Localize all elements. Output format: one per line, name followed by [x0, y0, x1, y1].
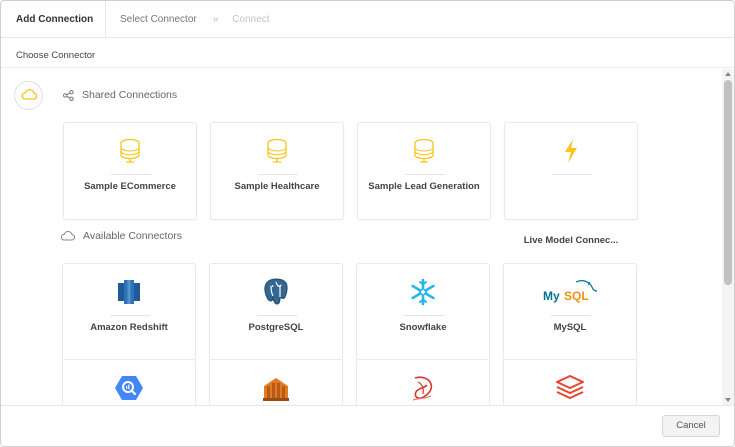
shared-connections-heading: Shared Connections: [63, 89, 177, 101]
connector-card-databricks[interactable]: [503, 359, 637, 405]
cloud-icon: [21, 87, 37, 105]
svg-text:SQL: SQL: [564, 289, 589, 303]
card-divider: [552, 174, 592, 175]
cancel-button[interactable]: Cancel: [662, 415, 720, 437]
shared-card-sample-ecommerce[interactable]: Sample ECommerce: [63, 122, 197, 220]
shared-connections-title: Shared Connections: [82, 89, 178, 101]
scrollbar-thumb[interactable]: [724, 80, 732, 285]
card-label: Amazon Redshift: [90, 322, 168, 333]
connector-card-sql-server[interactable]: [356, 359, 490, 405]
dialog-title: Add Connection: [1, 1, 106, 38]
connector-card-postgresql[interactable]: PostgreSQL: [209, 263, 343, 361]
card-label: Sample Lead Generation: [368, 181, 480, 192]
database-icon: [211, 135, 343, 167]
card-divider: [111, 174, 151, 175]
cloud-outline-icon: [60, 231, 75, 241]
card-divider: [551, 315, 591, 316]
connector-card-bigquery[interactable]: [62, 359, 196, 405]
card-divider: [258, 174, 298, 175]
databricks-icon: [504, 372, 636, 404]
card-label: Snowflake: [399, 322, 447, 333]
shared-card-sample-healthcare[interactable]: Sample Healthcare: [210, 122, 344, 220]
dialog-header: Add Connection Select Connector » Connec…: [1, 1, 734, 38]
connector-list[interactable]: Shared Connections Sample ECommerce Samp…: [1, 69, 734, 405]
scroll-down-arrow-icon[interactable]: [725, 398, 731, 402]
available-connectors-heading: Available Connectors: [60, 230, 182, 242]
breadcrumb-separator: »: [212, 13, 219, 25]
step-select-connector[interactable]: Select Connector: [120, 14, 197, 25]
card-divider: [405, 174, 445, 175]
card-label: PostgreSQL: [248, 322, 304, 333]
amazon-redshift-icon: [63, 276, 195, 308]
connector-card-mysql[interactable]: My SQL MySQL: [503, 263, 637, 361]
shared-card-live-model-connection[interactable]: Live Model Connec...: [504, 122, 638, 246]
connector-card-aws-athena[interactable]: [209, 359, 343, 405]
card-label: Sample ECommerce: [84, 181, 176, 192]
share-icon: [63, 89, 74, 101]
choose-connector-bar: Choose Connector: [1, 38, 734, 68]
card-divider: [404, 315, 444, 316]
aws-athena-icon: [210, 372, 342, 404]
card-divider: [110, 315, 150, 316]
card-label: Live Model Connec...: [523, 235, 619, 246]
add-connection-dialog: Add Connection Select Connector » Connec…: [0, 0, 735, 447]
database-icon: [358, 135, 490, 167]
connector-card-amazon-redshift[interactable]: Amazon Redshift: [62, 263, 196, 361]
bigquery-icon: [63, 372, 195, 404]
postgresql-icon: [210, 276, 342, 308]
svg-text:My: My: [543, 289, 560, 303]
snowflake-icon: [357, 276, 489, 308]
sql-server-icon: [357, 372, 489, 404]
card-label: MySQL: [553, 322, 587, 333]
shared-card-sample-lead-generation[interactable]: Sample Lead Generation: [357, 122, 491, 220]
card-divider: [257, 315, 297, 316]
cloud-badge: [14, 81, 43, 110]
card-label: Sample Healthcare: [234, 181, 320, 192]
choose-connector-label: Choose Connector: [16, 50, 96, 61]
connector-card-snowflake[interactable]: Snowflake: [356, 263, 490, 361]
scroll-up-arrow-icon[interactable]: [725, 72, 731, 76]
available-connectors-title: Available Connectors: [83, 230, 183, 242]
database-icon: [64, 135, 196, 167]
dialog-footer: Cancel: [1, 405, 734, 446]
lightning-icon: [505, 135, 637, 167]
vertical-scrollbar[interactable]: [722, 69, 734, 405]
mysql-icon: My SQL: [504, 276, 636, 308]
step-connect: Connect: [232, 13, 270, 25]
